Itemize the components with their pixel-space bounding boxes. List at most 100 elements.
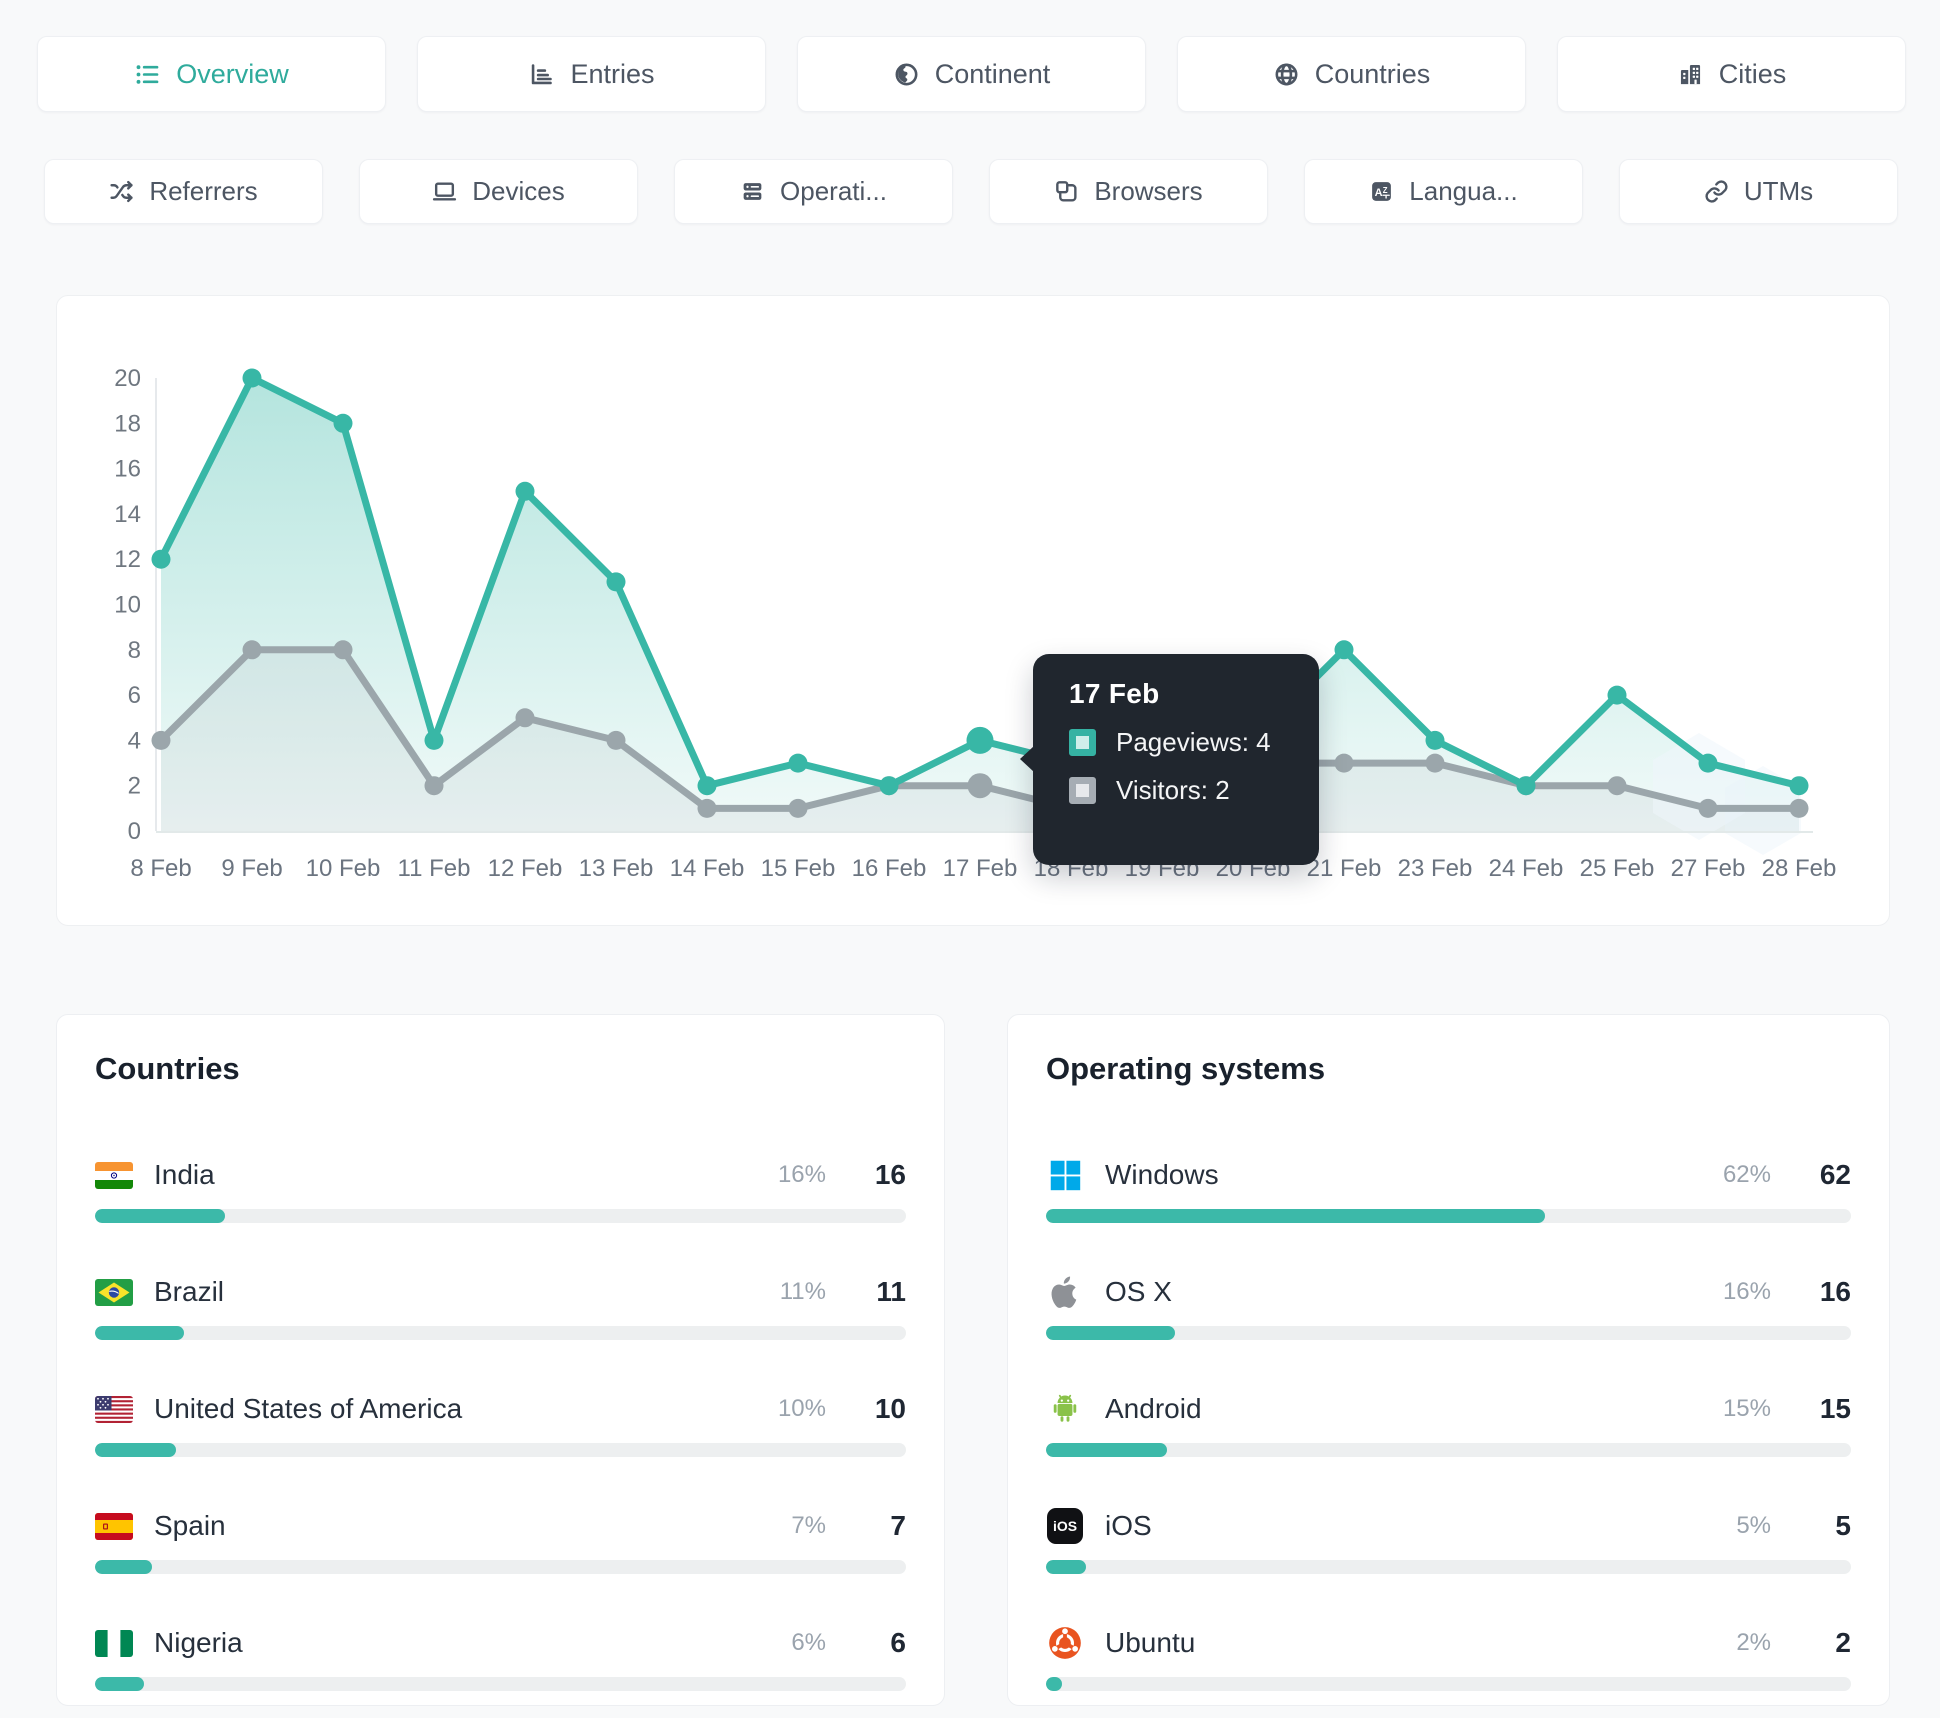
tooltip-series-value: Pageviews: 4 bbox=[1116, 727, 1271, 757]
svg-text:0: 0 bbox=[128, 818, 141, 845]
ubuntu-icon bbox=[1046, 1624, 1084, 1662]
country-progress-fill bbox=[95, 1560, 152, 1574]
tooltip-series-value: Visitors: 2 bbox=[1116, 775, 1230, 805]
os-percentage: 5% bbox=[1736, 1512, 1771, 1539]
os-percentage: 15% bbox=[1722, 1395, 1771, 1422]
os-name: Android bbox=[1105, 1393, 1202, 1424]
os-count: 15 bbox=[1819, 1393, 1851, 1424]
svg-text:15 Feb: 15 Feb bbox=[761, 855, 836, 882]
tab-continent[interactable]: Continent bbox=[797, 36, 1146, 112]
os-count: 16 bbox=[1819, 1276, 1851, 1307]
country-percentage: 6% bbox=[791, 1629, 826, 1656]
os-percentage: 16% bbox=[1722, 1278, 1771, 1305]
svg-text:10 Feb: 10 Feb bbox=[306, 855, 381, 882]
svg-text:27 Feb: 27 Feb bbox=[1671, 855, 1746, 882]
os-row[interactable]: Windows 62% 62 bbox=[1046, 1155, 1851, 1223]
traffic-chart[interactable]: 0 2 4 6 8 10 12 14 16 18 20 8 Feb 9 Feb 10 Feb 11 Feb 1… bbox=[57, 296, 1889, 925]
svg-text:16: 16 bbox=[114, 456, 141, 483]
country-name: United States of America bbox=[154, 1393, 463, 1424]
svg-text:12: 12 bbox=[114, 546, 141, 573]
tab-label: Overview bbox=[176, 58, 289, 89]
os-progress-bar bbox=[1046, 1560, 1851, 1574]
tab-label: Browsers bbox=[1094, 176, 1203, 206]
chart-tooltip: 17 Feb Pageviews: 4 Visitors: 2 bbox=[1020, 654, 1319, 865]
os-row-header: OS X 16% 16 bbox=[1046, 1272, 1851, 1312]
india-flag-icon bbox=[95, 1161, 133, 1189]
windows-icon bbox=[1046, 1156, 1084, 1194]
country-row-header: United States of America 10% 10 bbox=[95, 1389, 906, 1429]
tooltip-series-row: Pageviews: 4 bbox=[1069, 727, 1299, 758]
country-percentage: 7% bbox=[791, 1512, 826, 1539]
list-icon bbox=[134, 61, 161, 88]
tab-cities[interactable]: Cities bbox=[1557, 36, 1906, 112]
svg-text:4: 4 bbox=[128, 727, 141, 754]
country-name: Nigeria bbox=[154, 1627, 243, 1658]
tab-utms[interactable]: UTMs bbox=[1619, 159, 1898, 224]
tab-operati[interactable]: Operati... bbox=[674, 159, 953, 224]
country-row[interactable]: United States of America 10% 10 bbox=[95, 1389, 906, 1457]
operating-systems-title: Operating systems bbox=[1046, 1051, 1326, 1086]
countries-title: Countries bbox=[95, 1051, 240, 1086]
svg-text:9 Feb: 9 Feb bbox=[221, 855, 282, 882]
svg-text:A: A bbox=[1375, 187, 1383, 199]
os-name: Ubuntu bbox=[1105, 1627, 1196, 1658]
app-window-icon bbox=[1054, 179, 1079, 204]
country-row-header: India 16% 16 bbox=[95, 1155, 906, 1195]
tab-overview[interactable]: Overview bbox=[37, 36, 386, 112]
primary-tab-bar: Overview Entries Continent Countries Cities bbox=[37, 36, 1906, 112]
svg-text:28 Feb: 28 Feb bbox=[1762, 855, 1837, 882]
tab-countries[interactable]: Countries bbox=[1177, 36, 1526, 112]
os-percentage: 62% bbox=[1722, 1161, 1771, 1188]
country-count: 6 bbox=[890, 1627, 906, 1658]
tooltip-date: 17 Feb bbox=[1069, 678, 1160, 709]
tab-entries[interactable]: Entries bbox=[417, 36, 766, 112]
tooltip-arrow bbox=[1020, 746, 1034, 772]
os-count: 62 bbox=[1819, 1159, 1851, 1190]
country-row[interactable]: Spain 7% 7 bbox=[95, 1506, 906, 1574]
country-percentage: 10% bbox=[777, 1395, 826, 1422]
os-progress-fill bbox=[1046, 1443, 1167, 1457]
os-row[interactable]: Ubuntu 2% 2 bbox=[1046, 1623, 1851, 1691]
country-row[interactable]: Brazil 11% 11 bbox=[95, 1272, 906, 1340]
translate-icon: AZ bbox=[1369, 179, 1394, 204]
country-name: Spain bbox=[154, 1510, 226, 1541]
os-row-header: iOS iOS 5% 5 bbox=[1046, 1506, 1851, 1546]
os-row[interactable]: Android 15% 15 bbox=[1046, 1389, 1851, 1457]
svg-text:14 Feb: 14 Feb bbox=[670, 855, 745, 882]
svg-text:6: 6 bbox=[128, 682, 141, 709]
tab-label: UTMs bbox=[1743, 176, 1814, 206]
usa-flag-icon bbox=[95, 1395, 133, 1423]
legend-square-icon bbox=[1069, 777, 1096, 804]
country-progress-fill bbox=[95, 1443, 177, 1457]
svg-text:17 Feb: 17 Feb bbox=[943, 855, 1018, 882]
country-count: 16 bbox=[874, 1159, 906, 1190]
os-row[interactable]: iOS iOS 5% 5 bbox=[1046, 1506, 1851, 1574]
svg-text:20: 20 bbox=[114, 365, 141, 392]
tab-browsers[interactable]: Browsers bbox=[989, 159, 1268, 224]
tab-devices[interactable]: Devices bbox=[359, 159, 638, 224]
globe-africa-icon bbox=[893, 61, 920, 88]
os-progress-fill bbox=[1046, 1677, 1063, 1691]
globe-icon bbox=[1273, 61, 1300, 88]
country-row-header: Brazil 11% 11 bbox=[95, 1272, 906, 1312]
stats-panels: Countries India 16% 16 Brazil 11% 11 United St… bbox=[56, 1014, 1890, 1706]
brazil-flag-icon bbox=[95, 1278, 133, 1306]
os-row[interactable]: OS X 16% 16 bbox=[1046, 1272, 1851, 1340]
svg-text:23 Feb: 23 Feb bbox=[1398, 855, 1473, 882]
os-name: Windows bbox=[1105, 1159, 1219, 1190]
android-icon bbox=[1046, 1390, 1084, 1428]
legend-square-icon bbox=[1069, 729, 1096, 756]
country-row[interactable]: India 16% 16 bbox=[95, 1155, 906, 1223]
tooltip-series-row: Visitors: 2 bbox=[1069, 775, 1299, 806]
os-progress-fill bbox=[1046, 1209, 1546, 1223]
secondary-tab-bar: Referrers Devices Operati... Browsers A Z Lang… bbox=[44, 159, 1898, 224]
tab-langua[interactable]: A Z Langua... bbox=[1304, 159, 1583, 224]
country-row-header: Nigeria 6% 6 bbox=[95, 1623, 906, 1663]
country-row[interactable]: Nigeria 6% 6 bbox=[95, 1623, 906, 1691]
svg-text:8: 8 bbox=[128, 637, 141, 664]
os-count: 2 bbox=[1835, 1627, 1851, 1658]
operating-systems-card: Operating systems Windows 62% 62 OS X 16% 16 A… bbox=[1007, 1014, 1890, 1706]
svg-text:11 Feb: 11 Feb bbox=[398, 855, 471, 882]
tab-referrers[interactable]: Referrers bbox=[44, 159, 323, 224]
os-progress-fill bbox=[1046, 1560, 1087, 1574]
